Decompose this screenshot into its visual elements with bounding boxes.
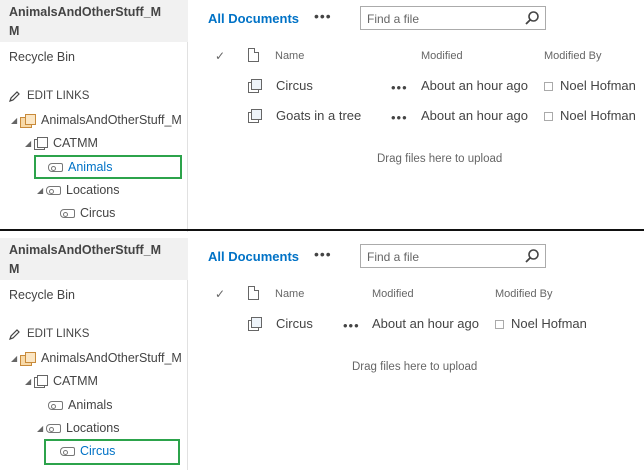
modified-value: About an hour ago <box>421 78 528 93</box>
modified-by-value: Noel Hofman <box>544 78 636 93</box>
pencil-icon <box>9 329 20 340</box>
view-title[interactable]: All Documents <box>208 249 299 264</box>
document-library: All Documents ••• Find a file ✓ Name Mod… <box>188 0 644 232</box>
library-icon <box>34 375 48 388</box>
file-name-link[interactable]: Circus <box>276 316 313 331</box>
expanded-triangle-icon[interactable]: ◢ <box>11 116 20 125</box>
view-more-button[interactable]: ••• <box>314 8 332 24</box>
tree-item-circus[interactable]: Circus <box>60 444 115 458</box>
tree-item-animals[interactable]: Animals <box>48 160 112 174</box>
column-header-modified-by[interactable]: Modified By <box>495 288 552 300</box>
document-library: All Documents ••• Find a file ✓ Name Mod… <box>188 238 644 470</box>
file-icon <box>248 109 262 123</box>
file-name-link[interactable]: Goats in a tree <box>276 108 361 123</box>
file-icon <box>248 317 262 331</box>
row-menu-button[interactable]: ••• <box>343 318 360 333</box>
select-all-check-icon[interactable]: ✓ <box>215 287 225 301</box>
expanded-triangle-icon[interactable]: ◢ <box>37 424 46 433</box>
column-header-modified[interactable]: Modified <box>372 288 414 300</box>
tag-icon <box>46 423 61 433</box>
presence-icon <box>544 82 553 91</box>
search-input[interactable]: Find a file <box>360 244 546 268</box>
tree-item-locations[interactable]: ◢ Locations <box>37 183 120 197</box>
tree-item-circus[interactable]: Circus <box>60 206 115 220</box>
file-icon <box>248 79 262 93</box>
file-name-link[interactable]: Circus <box>276 78 313 93</box>
tag-icon <box>60 208 75 218</box>
recycle-bin-link[interactable]: Recycle Bin <box>9 288 75 302</box>
tree-item-catmm[interactable]: ◢ CATMM <box>25 136 98 150</box>
presence-icon <box>495 320 504 329</box>
search-placeholder: Find a file <box>367 250 420 264</box>
column-header-name[interactable]: Name <box>275 288 304 300</box>
column-header-modified[interactable]: Modified <box>421 50 463 62</box>
tree-item-site[interactable]: ◢ AnimalsAndOtherStuff_M <box>11 351 182 366</box>
drag-drop-hint: Drag files here to upload <box>377 153 503 165</box>
search-input[interactable]: Find a file <box>360 6 546 30</box>
tree-item-locations[interactable]: ◢ Locations <box>37 421 120 435</box>
tree-item-catmm[interactable]: ◢ CATMM <box>25 374 98 388</box>
expanded-triangle-icon[interactable]: ◢ <box>37 186 46 195</box>
tree-item-site[interactable]: ◢ AnimalsAndOtherStuff_M <box>11 113 182 128</box>
edit-links-label: EDIT LINKS <box>27 328 90 340</box>
row-menu-button[interactable]: ••• <box>391 80 408 95</box>
panel-animals-view: AnimalsAndOtherStuff_MM Recycle Bin EDIT… <box>0 0 644 232</box>
tag-icon <box>46 185 61 195</box>
expanded-triangle-icon[interactable]: ◢ <box>25 139 34 148</box>
drag-drop-hint: Drag files here to upload <box>352 361 478 373</box>
tree-item-animals[interactable]: Animals <box>48 398 112 412</box>
expanded-triangle-icon[interactable]: ◢ <box>25 377 34 386</box>
search-placeholder: Find a file <box>367 12 420 26</box>
site-title[interactable]: AnimalsAndOtherStuff_MM <box>0 0 188 42</box>
quick-launch: AnimalsAndOtherStuff_MM Recycle Bin EDIT… <box>0 0 188 232</box>
expanded-triangle-icon[interactable]: ◢ <box>11 354 20 363</box>
tag-icon <box>60 446 75 456</box>
pencil-icon <box>9 91 20 102</box>
document-type-icon <box>248 48 259 62</box>
quick-launch: AnimalsAndOtherStuff_MM Recycle Bin EDIT… <box>0 238 188 470</box>
select-all-check-icon[interactable]: ✓ <box>215 49 225 63</box>
modified-value: About an hour ago <box>421 108 528 123</box>
row-menu-button[interactable]: ••• <box>391 110 408 125</box>
column-header-name[interactable]: Name <box>275 50 304 62</box>
column-header-modified-by[interactable]: Modified By <box>544 50 601 62</box>
tag-icon <box>48 162 63 172</box>
site-icon <box>20 113 36 128</box>
search-icon[interactable] <box>524 248 540 264</box>
panel-circus-view: AnimalsAndOtherStuff_MM Recycle Bin EDIT… <box>0 238 644 470</box>
tag-icon <box>48 400 63 410</box>
modified-by-value: Noel Hofman <box>544 108 636 123</box>
recycle-bin-link[interactable]: Recycle Bin <box>9 50 75 64</box>
edit-links-button[interactable]: EDIT LINKS <box>9 328 89 340</box>
modified-value: About an hour ago <box>372 316 479 331</box>
site-icon <box>20 351 36 366</box>
view-title[interactable]: All Documents <box>208 11 299 26</box>
edit-links-button[interactable]: EDIT LINKS <box>9 90 89 102</box>
library-icon <box>34 137 48 150</box>
search-icon[interactable] <box>524 10 540 26</box>
site-title[interactable]: AnimalsAndOtherStuff_MM <box>0 238 188 280</box>
modified-by-value: Noel Hofman <box>495 316 587 331</box>
document-type-icon <box>248 286 259 300</box>
presence-icon <box>544 112 553 121</box>
panel-divider <box>0 229 644 231</box>
view-more-button[interactable]: ••• <box>314 246 332 262</box>
edit-links-label: EDIT LINKS <box>27 90 90 102</box>
